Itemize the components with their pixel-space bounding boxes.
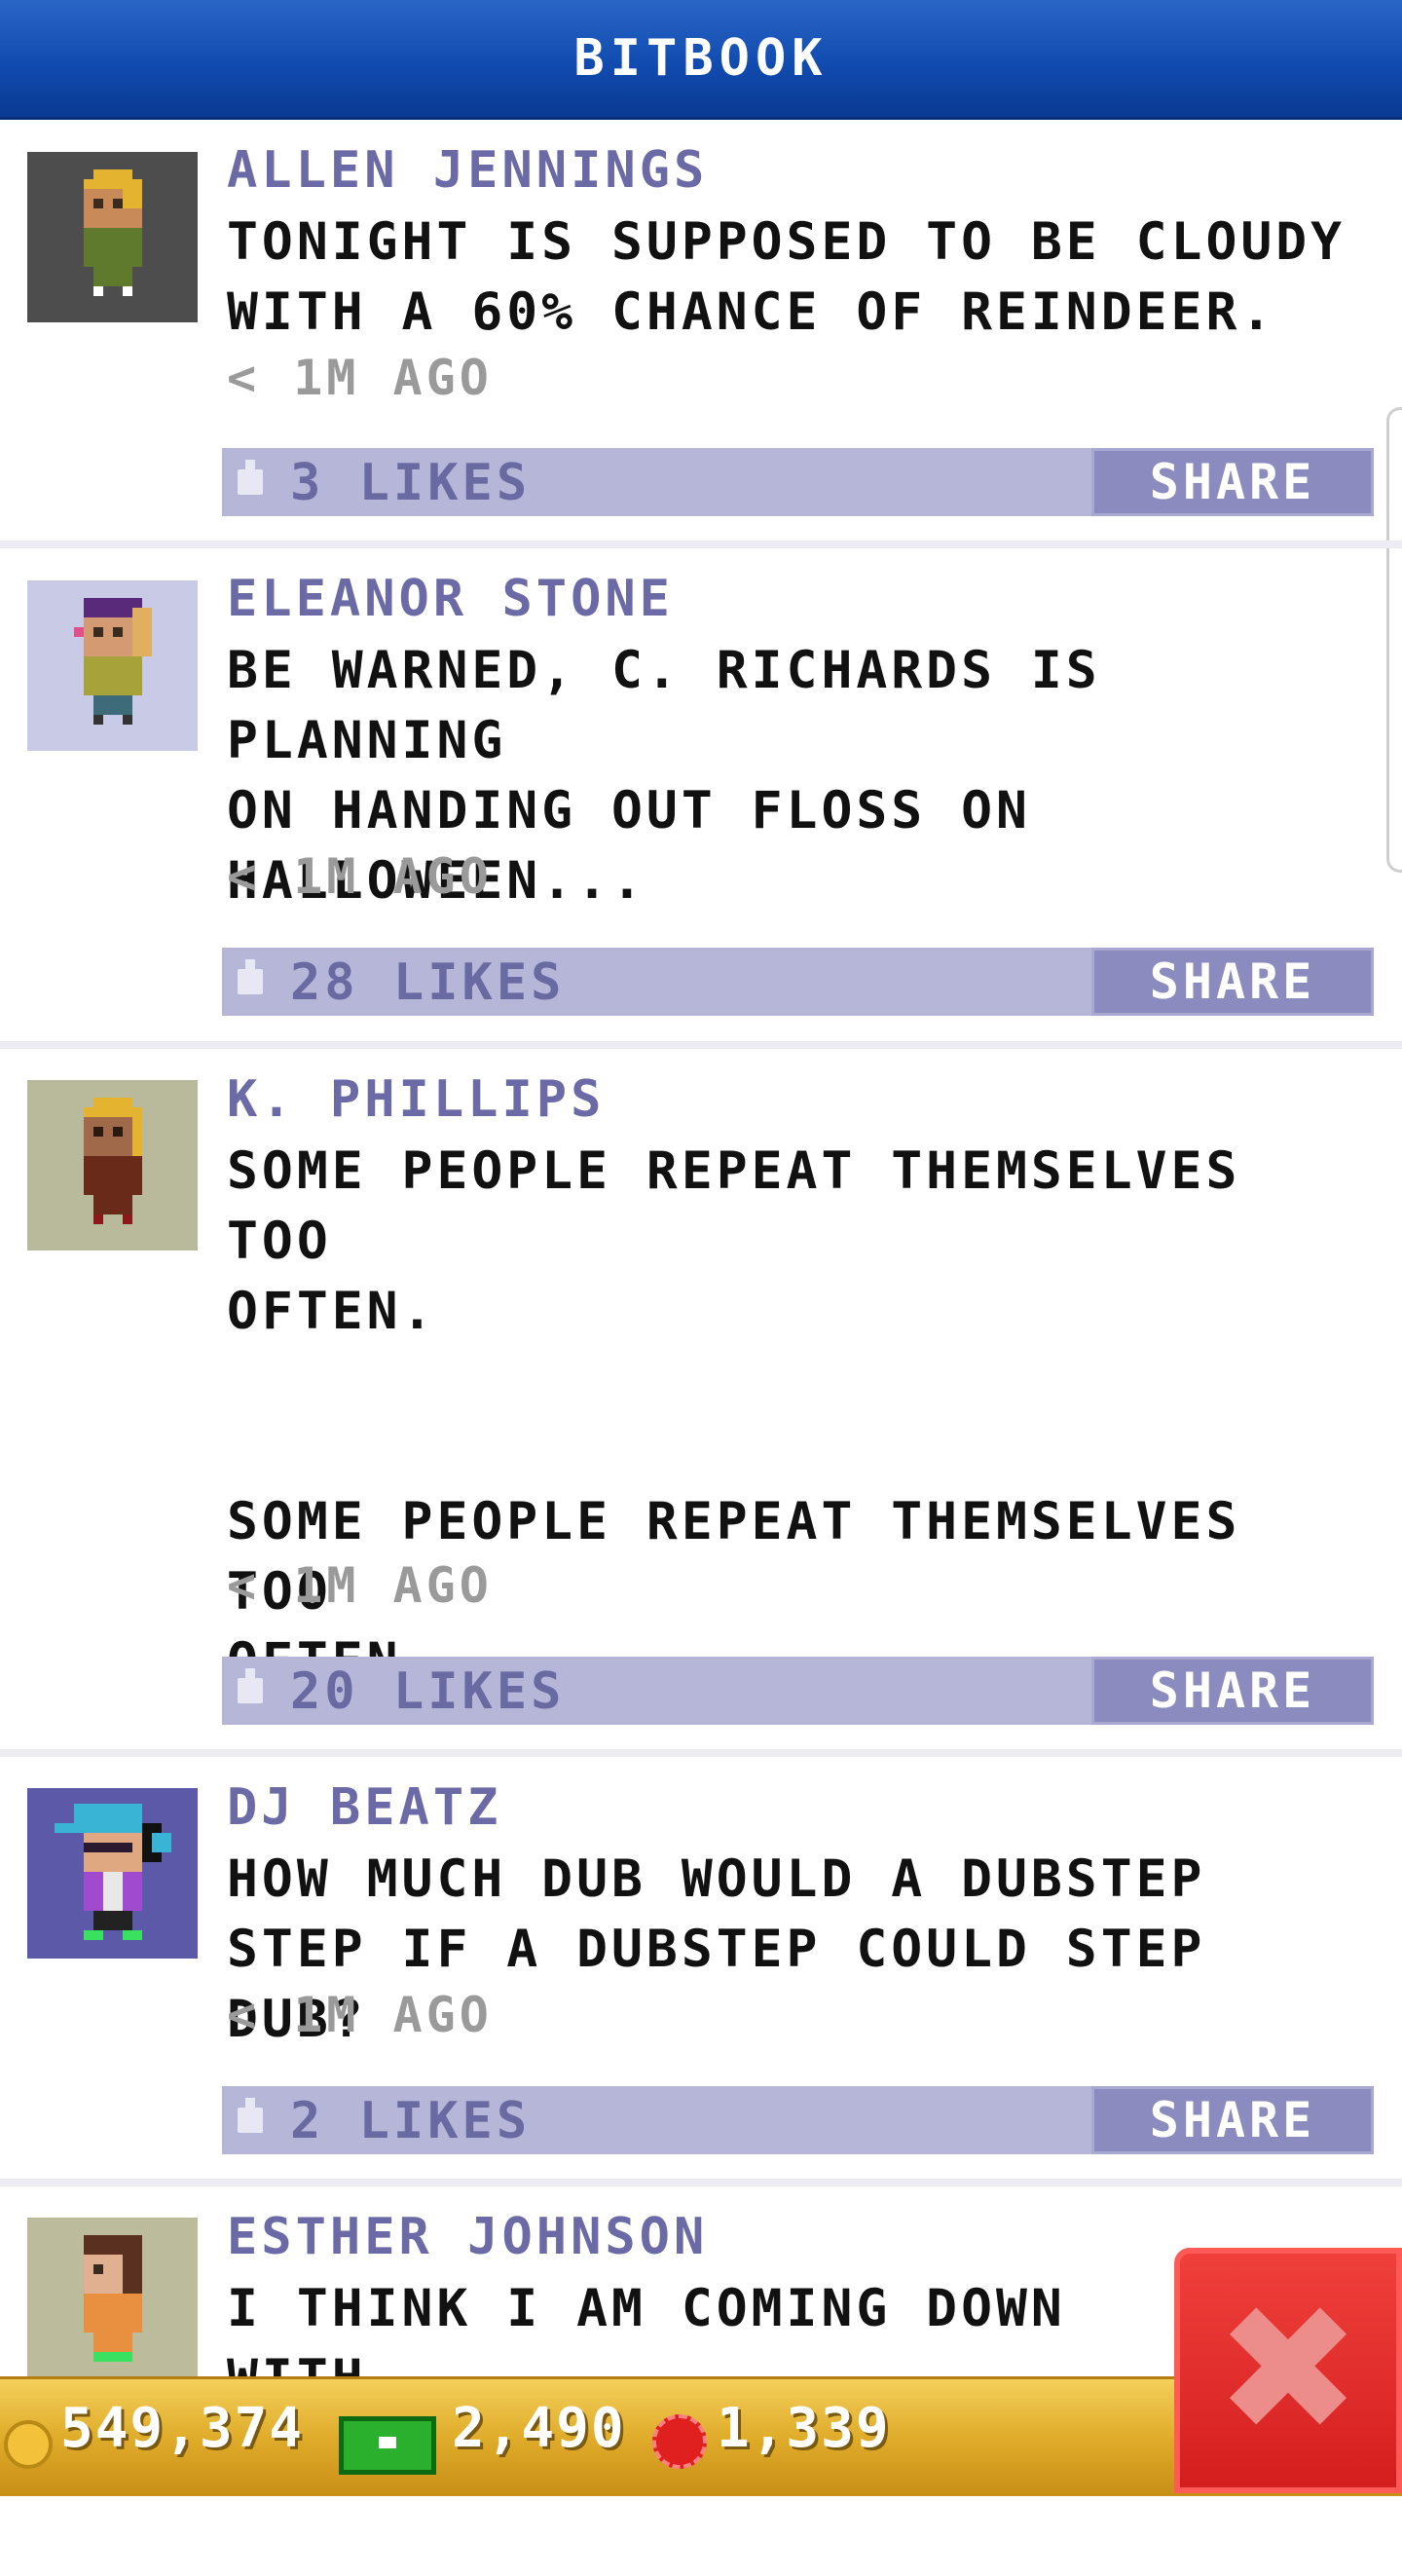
person-avatar-icon <box>54 1804 171 1940</box>
like-bar[interactable]: 3 LIKES SHARE <box>222 448 1374 516</box>
avatar[interactable] <box>27 2218 198 2388</box>
post-time: < 1M AGO <box>227 848 493 905</box>
app-title: BITBOOK <box>573 29 829 88</box>
like-count: 20 LIKES <box>290 1662 566 1721</box>
like-count: 3 LIKES <box>290 454 532 512</box>
share-button[interactable]: SHARE <box>1091 2086 1374 2154</box>
gem-count: 1,339 <box>717 2397 891 2460</box>
avatar[interactable] <box>27 1788 198 1959</box>
post-time: < 1M AGO <box>227 1987 493 2043</box>
post-author[interactable]: K. PHILLIPS <box>227 1070 605 1129</box>
like-bar[interactable]: 20 LIKES SHARE <box>222 1657 1374 1725</box>
close-button[interactable]: ✖ <box>1174 2248 1402 2493</box>
post-author[interactable]: DJ BEATZ <box>227 1778 501 1837</box>
thumbs-up-icon <box>238 1668 263 1703</box>
post-card: DJ BEATZ HOW MUCH DUB WOULD A DUBSTEP ST… <box>0 1757 1402 2186</box>
post-card: ALLEN JENNINGS TONIGHT IS SUPPOSED TO BE… <box>0 120 1402 548</box>
thumbs-up-icon <box>238 460 263 495</box>
avatar[interactable] <box>27 1080 198 1251</box>
person-avatar-icon <box>83 2235 142 2362</box>
bux-count: 2,490 <box>452 2397 626 2460</box>
share-button[interactable]: SHARE <box>1091 448 1374 516</box>
post-author[interactable]: ALLEN JENNINGS <box>227 141 708 200</box>
gem-icon <box>652 2414 707 2469</box>
share-button[interactable]: SHARE <box>1091 1657 1374 1725</box>
like-bar[interactable]: 28 LIKES SHARE <box>222 948 1374 1016</box>
person-avatar-icon <box>73 598 152 725</box>
person-avatar-icon <box>83 1098 142 1224</box>
post-author[interactable]: ELEANOR STONE <box>227 570 674 628</box>
thumbs-up-icon <box>238 959 263 994</box>
post-card: K. PHILLIPS SOME PEOPLE REPEAT THEMSELVE… <box>0 1049 1402 1757</box>
like-count: 28 LIKES <box>290 953 566 1012</box>
post-time: < 1M AGO <box>227 350 493 406</box>
close-icon: ✖ <box>1214 2268 1362 2472</box>
avatar[interactable] <box>27 152 198 322</box>
like-bar[interactable]: 2 LIKES SHARE <box>222 2086 1374 2154</box>
post-author[interactable]: ESTHER JOHNSON <box>227 2208 708 2266</box>
post-time: < 1M AGO <box>227 1557 493 1614</box>
post-card: ELEANOR STONE BE WARNED, C. RICHARDS IS … <box>0 548 1402 1049</box>
bux-icon <box>339 2416 436 2475</box>
app-header: BITBOOK <box>0 0 1402 120</box>
coin-icon <box>4 2420 53 2469</box>
person-avatar-icon <box>83 169 142 296</box>
thumbs-up-icon <box>238 2098 263 2133</box>
avatar[interactable] <box>27 580 198 751</box>
like-count: 2 LIKES <box>290 2092 532 2150</box>
share-button[interactable]: SHARE <box>1091 948 1374 1016</box>
post-message: TONIGHT IS SUPPOSED TO BE CLOUDY WITH A … <box>227 212 1347 342</box>
coin-count: 549,374 <box>60 2397 305 2460</box>
